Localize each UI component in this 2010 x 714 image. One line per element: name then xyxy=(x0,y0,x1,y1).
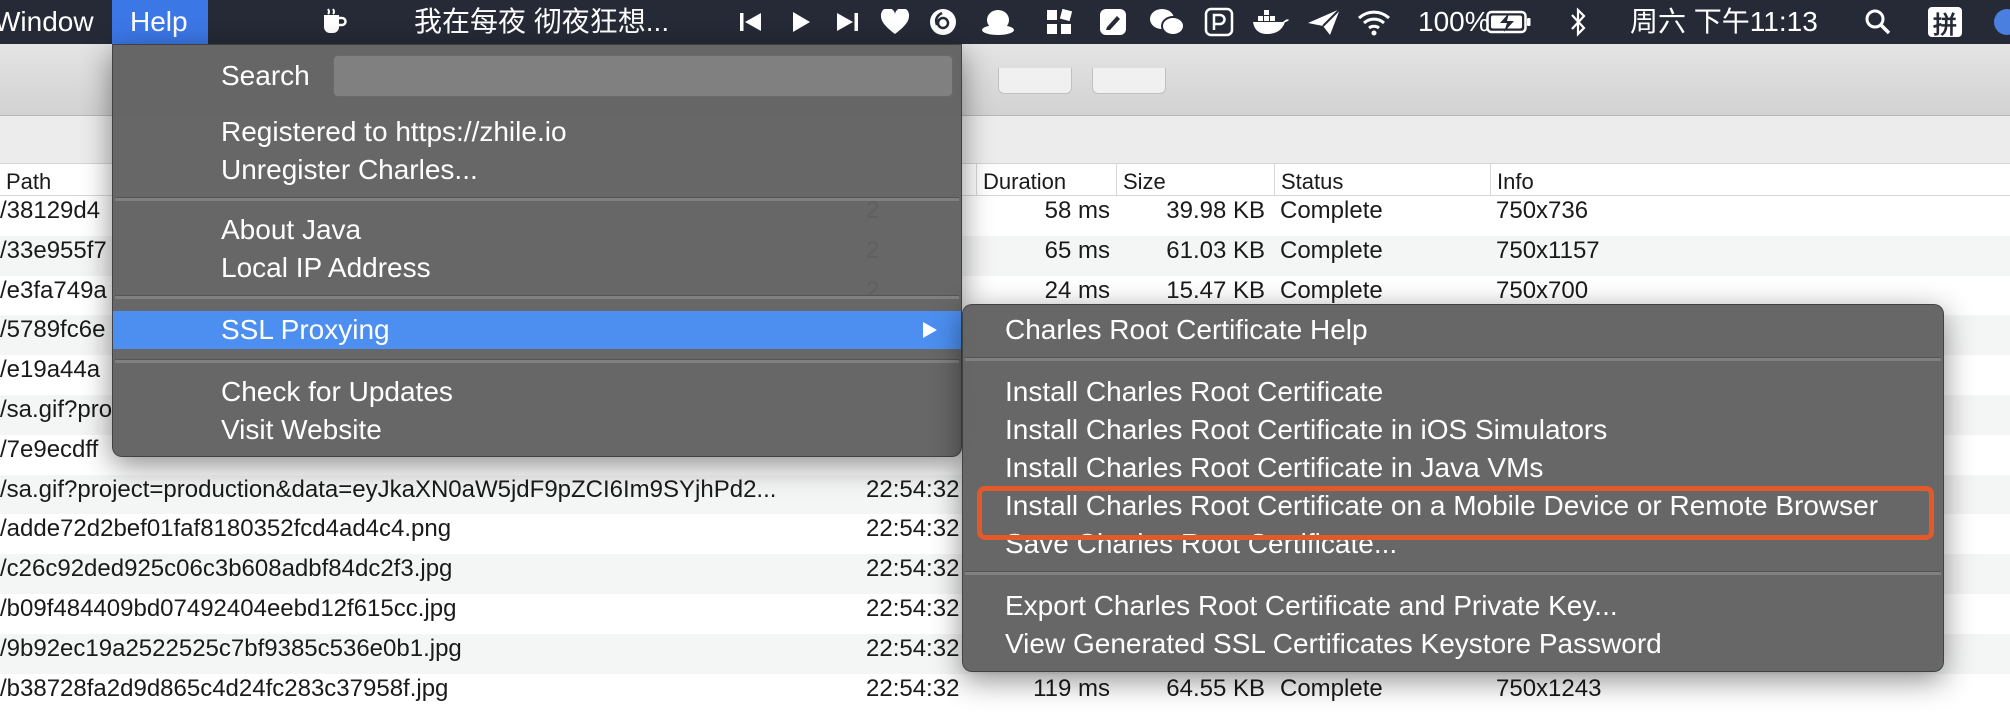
menu-separator xyxy=(965,357,1941,361)
previous-track-icon[interactable] xyxy=(736,7,766,37)
wechat-icon[interactable] xyxy=(1146,7,1188,37)
cell-info: 750x1243 xyxy=(1496,674,1602,702)
cell-path: /b38728fa2d9d865c4d24fc283c37958f.jpg xyxy=(0,674,449,702)
cell-path: /adde72d2bef01faf8180352fcd4ad4c4.png xyxy=(0,515,452,543)
column-header-info[interactable]: Info xyxy=(1490,164,1534,196)
column-header-status[interactable]: Status xyxy=(1274,164,1343,196)
cell-duration: 65 ms xyxy=(1044,236,1110,264)
bluetooth-icon[interactable] xyxy=(1566,7,1590,37)
menu-item-registered[interactable]: Registered to https://zhile.io xyxy=(113,113,961,151)
next-track-icon[interactable] xyxy=(832,7,862,37)
cell-path: /b09f484409bd07492404eebd12f615cc.jpg xyxy=(0,594,457,622)
docker-icon[interactable] xyxy=(1250,7,1292,37)
cell-info: 750x1157 xyxy=(1496,236,1600,264)
menu-item-unregister[interactable]: Unregister Charles... xyxy=(113,151,961,189)
menu-item-visit-website[interactable]: Visit Website xyxy=(113,411,961,449)
menu-item-root-cert-help[interactable]: Charles Root Certificate Help xyxy=(963,311,1943,349)
app-p-icon[interactable] xyxy=(1202,7,1236,37)
menu-bar: Window Help 我在每夜 彻夜狂想... 100% 周六 下午11:13… xyxy=(0,0,2010,44)
menu-window[interactable]: Window xyxy=(0,0,94,44)
battery-charging-icon[interactable] xyxy=(1484,7,1534,37)
wifi-icon[interactable] xyxy=(1354,7,1394,37)
heart-icon[interactable] xyxy=(878,7,912,37)
netease-music-icon[interactable] xyxy=(926,7,960,37)
help-menu: Search Registered to https://zhile.io Un… xyxy=(112,44,962,457)
cell-status: Complete xyxy=(1280,197,1383,224)
menu-item-install-java-vms[interactable]: Install Charles Root Certificate in Java… xyxy=(963,449,1943,487)
search-icon[interactable] xyxy=(1862,7,1894,37)
cell-path: /9b92ec19a2522525c7bf9385c536e0b1.jpg xyxy=(0,634,462,662)
column-header-duration[interactable]: Duration xyxy=(976,164,1066,196)
menu-item-ssl-proxying[interactable]: SSL Proxying xyxy=(113,311,961,349)
siri-icon[interactable] xyxy=(1992,7,2010,37)
menu-separator xyxy=(115,197,959,201)
menu-item-install-root-cert[interactable]: Install Charles Root Certificate xyxy=(963,373,1943,411)
menu-separator xyxy=(115,295,959,299)
paper-plane-icon[interactable] xyxy=(1304,7,1344,37)
menu-item-install-ios-simulators[interactable]: Install Charles Root Certificate in iOS … xyxy=(963,411,1943,449)
play-icon[interactable] xyxy=(786,7,816,37)
coffee-icon[interactable] xyxy=(316,7,350,37)
input-method-icon[interactable]: 拼 xyxy=(1928,7,1962,39)
menu-item-ssl-proxying-label: SSL Proxying xyxy=(221,314,390,345)
menu-separator xyxy=(965,571,1941,575)
qq-icon[interactable] xyxy=(978,7,1018,37)
column-header-path[interactable]: Path xyxy=(0,164,51,196)
help-search-input[interactable] xyxy=(333,55,953,97)
menu-item-local-ip[interactable]: Local IP Address xyxy=(113,249,961,287)
menu-item-view-keystore-password[interactable]: View Generated SSL Certificates Keystore… xyxy=(963,625,1943,663)
cell-status: Complete xyxy=(1280,674,1383,702)
annotation-highlight-box xyxy=(977,486,1934,540)
app-grid-icon[interactable] xyxy=(1044,7,1074,37)
cell-time: 22:54:32 xyxy=(866,515,960,543)
menu-item-about-java[interactable]: About Java xyxy=(113,211,961,249)
cell-time: 22:54:32 xyxy=(866,674,960,702)
cell-path: /c26c92ded925c06c3b608adbf84dc2f3.jpg xyxy=(0,555,453,583)
cell-time: 22:54:32 xyxy=(866,634,960,662)
submenu-arrow-icon xyxy=(923,322,937,338)
menu-help[interactable]: Help xyxy=(130,0,188,44)
cell-status: Complete xyxy=(1280,236,1383,264)
toolbar-button[interactable] xyxy=(998,68,1072,94)
menu-item-check-updates[interactable]: Check for Updates xyxy=(113,373,961,411)
battery-percent: 100% xyxy=(1418,6,1490,37)
menu-separator xyxy=(115,359,959,363)
cell-duration: 119 ms xyxy=(1033,674,1110,702)
now-playing-title[interactable]: 我在每夜 彻夜狂想... xyxy=(414,0,669,44)
column-header-size[interactable]: Size xyxy=(1116,164,1166,196)
cell-time: 22:54:32 xyxy=(866,475,960,503)
note-icon[interactable] xyxy=(1096,7,1130,37)
cell-duration: 58 ms xyxy=(1044,197,1110,224)
menubar-clock[interactable]: 周六 下午11:13 xyxy=(1630,0,1818,44)
menu-item-export-cert-key[interactable]: Export Charles Root Certificate and Priv… xyxy=(963,587,1943,625)
cell-info: 750x736 xyxy=(1496,197,1589,224)
cell-path: /sa.gif?project=production&data=eyJkaXN0… xyxy=(0,475,777,503)
cell-size: 61.03 KB xyxy=(1166,236,1265,264)
cell-time: 22:54:32 xyxy=(866,555,960,583)
table-row[interactable]: /b38728fa2d9d865c4d24fc283c37958f.jpg 22:… xyxy=(0,674,2010,714)
cell-time: 22:54:32 xyxy=(866,594,960,622)
toolbar-button[interactable] xyxy=(1092,68,1166,94)
cell-size: 39.98 KB xyxy=(1166,197,1265,224)
cell-size: 64.55 KB xyxy=(1166,674,1265,702)
